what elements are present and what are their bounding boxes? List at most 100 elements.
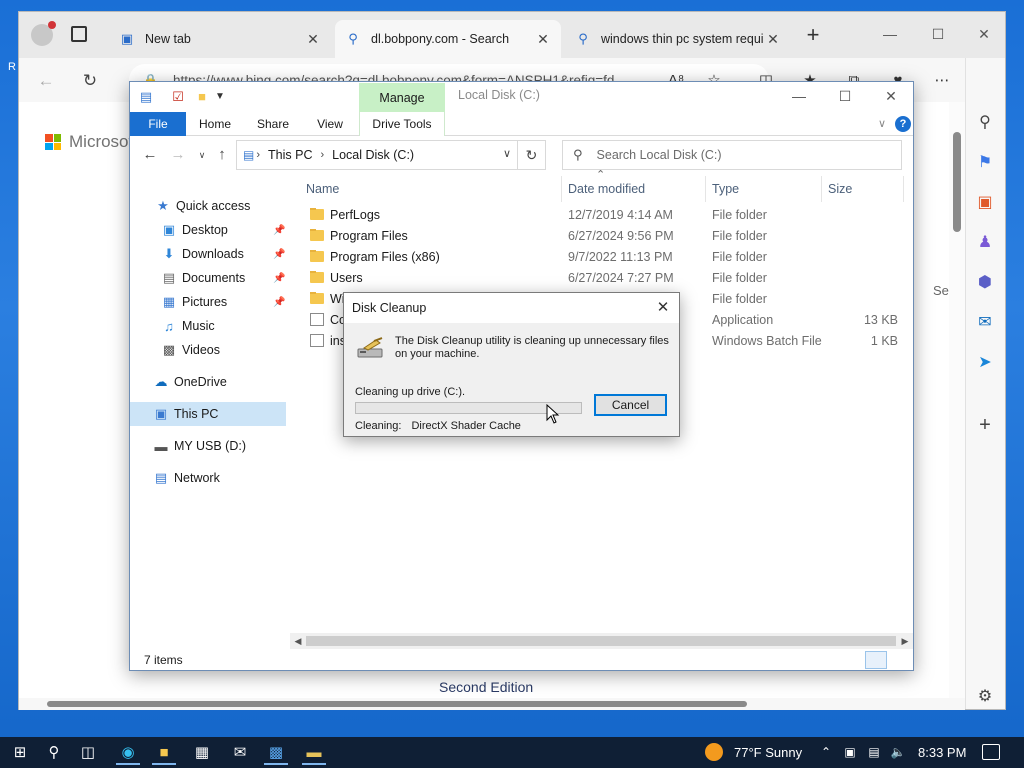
browser-maximize-button[interactable]: ☐ (915, 20, 961, 48)
scroll-left-icon[interactable]: ◀ (290, 633, 306, 649)
pin-icon[interactable]: 📌 (273, 225, 285, 236)
nav-onedrive[interactable]: ☁ OneDrive (130, 370, 290, 394)
table-row[interactable]: Users 6/27/2024 7:27 PM File folder (300, 269, 913, 290)
tab-home[interactable]: Home (190, 112, 240, 136)
edge-browser-icon[interactable]: ◉ (116, 741, 140, 765)
tab-share[interactable]: Share (248, 112, 298, 136)
mail-icon[interactable]: ✉ (228, 741, 252, 765)
breadcrumb-this-pc[interactable]: This PC (268, 148, 312, 162)
scroll-thumb[interactable] (953, 132, 961, 232)
ribbon-expand-chevron-icon[interactable]: ∨ (874, 116, 890, 132)
table-row[interactable]: Program Files 6/27/2024 9:56 PM File fol… (300, 227, 913, 248)
column-type[interactable]: Type (706, 176, 822, 202)
task-view-icon[interactable]: ◫ (76, 741, 100, 765)
send-icon[interactable]: ➤ (974, 352, 996, 374)
explorer-address-bar[interactable]: ▤ › This PC › Local Disk (C:) ∨ ↻ (236, 140, 546, 170)
start-windows-icon[interactable]: ⊞ (8, 741, 32, 765)
clock-time[interactable]: 8:33 PM (918, 745, 966, 760)
disk-cleanup-taskbar-icon[interactable]: ▬ (302, 741, 326, 765)
sidebar-search-icon[interactable]: ⚲ (974, 112, 996, 134)
add-sidebar-app-icon[interactable]: + (974, 414, 996, 436)
new-tab-button[interactable]: + (801, 24, 825, 48)
new-folder-icon[interactable]: ■ (194, 89, 210, 105)
scroll-thumb[interactable] (47, 701, 747, 707)
settings-more-icon[interactable]: ⋯ (931, 70, 953, 92)
notifications-icon[interactable] (982, 744, 1000, 760)
volume-muted-icon[interactable]: 🔈 (890, 744, 906, 760)
nav-downloads[interactable]: ⬇ Downloads 📌 (130, 242, 290, 266)
pin-icon[interactable]: 📌 (273, 273, 285, 284)
page-vertical-scrollbar[interactable] (949, 102, 965, 698)
shopping-tag-icon[interactable]: ⚑ (974, 152, 996, 174)
nav-music[interactable]: ♫ Music (130, 314, 290, 338)
tools-toolbox-icon[interactable]: ▣ (974, 192, 996, 214)
explorer-close-button[interactable]: ✕ (868, 82, 913, 110)
nav-this-pc[interactable]: ▣ This PC (130, 402, 286, 426)
help-icon[interactable]: ? (895, 116, 911, 132)
column-size[interactable]: Size (822, 176, 904, 202)
taskbar-search-icon[interactable]: ⚲ (42, 741, 66, 765)
file-explorer-icon[interactable]: ■ (152, 741, 176, 765)
large-icons-view-button[interactable] (889, 651, 911, 669)
properties-check-icon[interactable]: ☑ (170, 89, 186, 105)
pin-icon[interactable]: 📌 (273, 297, 285, 308)
up-one-level-button[interactable]: ↑ (212, 146, 232, 164)
nav-desktop[interactable]: ▣ Desktop 📌 (130, 218, 290, 242)
games-icon[interactable]: ♟ (974, 232, 996, 254)
dialog-close-button[interactable]: ✕ (651, 297, 675, 319)
table-row[interactable]: PerfLogs 12/7/2019 4:14 AM File folder (300, 206, 913, 227)
tab-drive-tools[interactable]: Drive Tools (359, 112, 445, 136)
nav-pictures[interactable]: ▦ Pictures 📌 (130, 290, 290, 314)
tab-thin-pc-search[interactable]: ⚲ windows thin pc system requi ✕ (565, 20, 791, 58)
manage-context-tab[interactable]: Manage (359, 83, 445, 113)
nav-quick-access[interactable]: ★ Quick access (130, 194, 290, 218)
refresh-button[interactable]: ↻ (79, 70, 101, 92)
microsoft-store-icon[interactable]: ▦ (190, 741, 214, 765)
column-name[interactable]: Name (300, 176, 562, 202)
tab-file[interactable]: File (130, 112, 186, 136)
explorer-maximize-button[interactable]: ☐ (822, 82, 868, 110)
weather-text[interactable]: 77°F Sunny (734, 745, 802, 760)
back-button[interactable]: ← (35, 70, 57, 92)
address-dropdown-icon[interactable]: ∨ (503, 147, 511, 160)
explorer-search-box[interactable]: ⚲ Search Local Disk (C:) (562, 140, 902, 170)
network-status-icon[interactable]: ▤ (866, 744, 882, 760)
nav-network[interactable]: ▤ Network (130, 466, 290, 490)
details-view-button[interactable] (865, 651, 887, 669)
close-tab-icon[interactable]: ✕ (535, 31, 551, 48)
weather-sun-icon[interactable] (705, 743, 723, 761)
sidebar-settings-gear-icon[interactable]: ⚙ (974, 686, 996, 708)
microsoft-365-icon[interactable]: ⬢ (974, 272, 996, 294)
column-date-modified[interactable]: Date modified (562, 176, 706, 202)
qat-dropdown-icon[interactable]: ▼ (212, 89, 228, 105)
nav-documents[interactable]: ▤ Documents 📌 (130, 266, 290, 290)
explorer-minimize-button[interactable]: — (776, 82, 822, 110)
browser-minimize-button[interactable]: — (867, 20, 913, 48)
tab-bing-search[interactable]: ⚲ dl.bobpony.com - Search ✕ (335, 20, 561, 58)
breadcrumb-local-disk[interactable]: Local Disk (C:) (332, 148, 414, 162)
explorer-forward-button[interactable]: → (168, 146, 188, 164)
show-hidden-icons-chevron-icon[interactable]: ⌃ (818, 744, 834, 760)
file-list-horizontal-scrollbar[interactable]: ◀ ▶ (290, 633, 913, 649)
pin-icon[interactable]: 📌 (273, 249, 285, 260)
scroll-right-icon[interactable]: ▶ (897, 633, 913, 649)
nav-videos[interactable]: ▩ Videos (130, 338, 290, 362)
tab-new-tab[interactable]: ▣ New tab ✕ (109, 20, 331, 58)
tab-actions-icon[interactable] (71, 26, 87, 42)
profile-avatar-icon[interactable] (31, 21, 56, 46)
nav-usb-drive[interactable]: ▬ MY USB (D:) (130, 434, 290, 458)
table-row[interactable]: Program Files (x86) 9/7/2022 11:13 PM Fi… (300, 248, 913, 269)
meet-now-icon[interactable]: ▣ (842, 744, 858, 760)
recent-locations-dropdown-icon[interactable]: ∨ (192, 146, 212, 164)
close-tab-icon[interactable]: ✕ (305, 31, 321, 48)
explorer-back-button[interactable]: ← (140, 146, 160, 164)
page-horizontal-scrollbar[interactable] (19, 698, 965, 710)
control-panel-icon[interactable]: ▩ (264, 741, 288, 765)
browser-close-button[interactable]: ✕ (961, 20, 1007, 48)
tab-view[interactable]: View (305, 112, 355, 136)
refresh-icon[interactable]: ↻ (517, 141, 545, 169)
scroll-thumb[interactable] (306, 636, 896, 646)
outlook-icon[interactable]: ✉ (974, 312, 996, 334)
close-tab-icon[interactable]: ✕ (765, 31, 781, 48)
cancel-button[interactable]: Cancel (594, 394, 667, 416)
